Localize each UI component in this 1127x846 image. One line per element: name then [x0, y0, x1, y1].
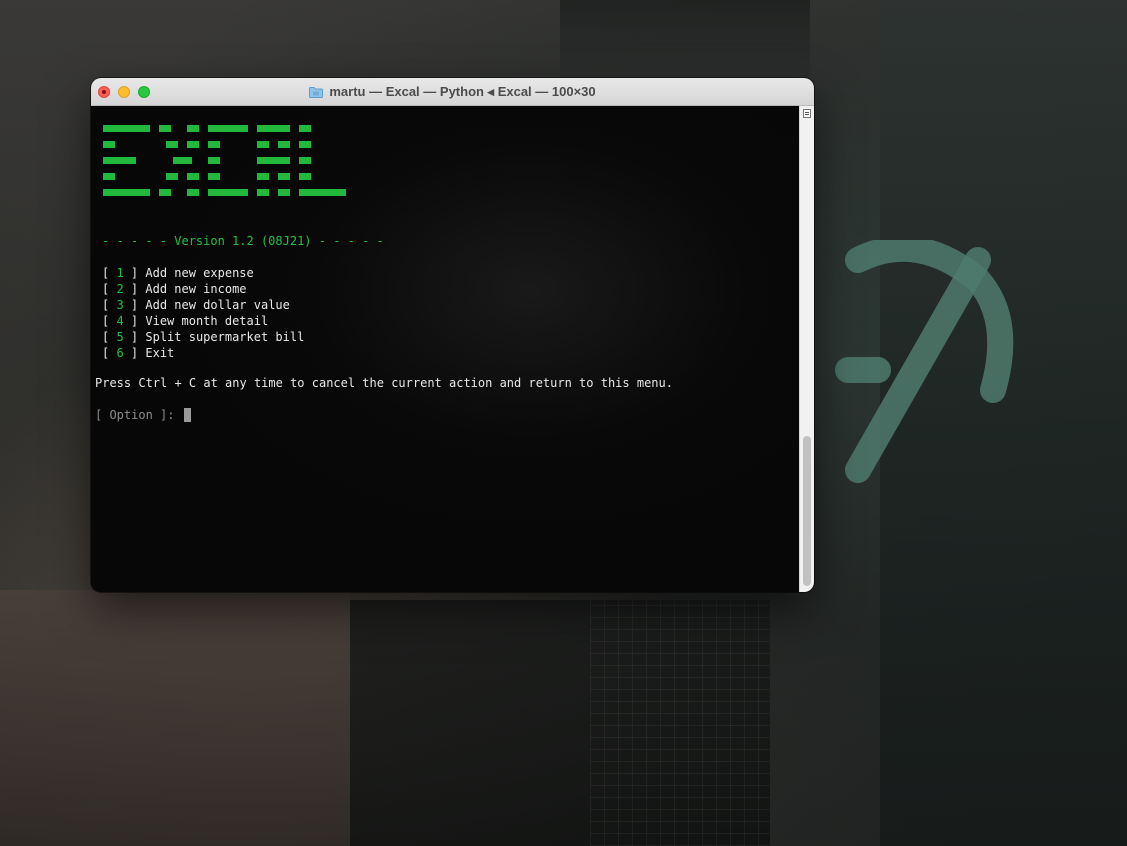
- menu-bracket-open: [: [102, 330, 117, 344]
- menu-option-5[interactable]: [ 5 ] Split supermarket bill: [102, 329, 304, 345]
- banner-block: [208, 157, 220, 164]
- banner-block: [299, 157, 311, 164]
- menu-option-label: Add new income: [145, 282, 247, 296]
- banner-block: [103, 157, 136, 164]
- menu-option-6[interactable]: [ 6 ] Exit: [102, 345, 174, 361]
- folder-icon: [309, 86, 324, 98]
- option-prompt[interactable]: [ Option ]:: [95, 407, 191, 423]
- banner-block: [208, 173, 220, 180]
- banner-block: [257, 173, 269, 180]
- banner-block: [257, 157, 290, 164]
- banner-block: [257, 125, 290, 132]
- menu-option-label: View month detail: [145, 314, 269, 328]
- banner-block: [103, 173, 115, 180]
- menu-option-number: 6: [116, 346, 124, 360]
- menu-option-number: 1: [116, 266, 124, 280]
- banner-block: [166, 173, 178, 180]
- window-title-text: martu — Excal — Python ◂ Excal — 100×30: [329, 84, 596, 99]
- menu-option-number: 3: [116, 298, 124, 312]
- menu-option-4[interactable]: [ 4 ] View month detail: [102, 313, 268, 329]
- wallpaper-building: [0, 590, 350, 846]
- menu-bracket-open: [: [102, 314, 117, 328]
- scrollbar-grip-icon[interactable]: [803, 109, 811, 118]
- menu-bracket-open: [: [102, 266, 117, 280]
- ascii-banner-logo: [102, 125, 382, 201]
- banner-block: [299, 173, 311, 180]
- banner-block: [278, 189, 290, 196]
- menu-bracket-open: [: [102, 346, 117, 360]
- menu-bracket-close: ]: [123, 266, 146, 280]
- menu-bracket-open: [: [102, 298, 117, 312]
- wallpaper-building: [560, 0, 810, 78]
- menu-option-number: 4: [116, 314, 124, 328]
- menu-bracket-open: [: [102, 282, 117, 296]
- menu-option-label: Split supermarket bill: [145, 330, 305, 344]
- banner-block: [208, 125, 248, 132]
- banner-block: [103, 141, 115, 148]
- menu-bracket-close: ]: [123, 282, 146, 296]
- banner-block: [159, 125, 171, 132]
- menu-bracket-close: ]: [123, 330, 146, 344]
- option-prompt-label: [ Option ]:: [95, 408, 182, 422]
- version-line: - - - - - Version 1.2 (08J21) - - - - -: [102, 234, 384, 248]
- banner-block: [257, 141, 269, 148]
- banner-block: [278, 173, 290, 180]
- scrollbar[interactable]: [799, 106, 814, 592]
- terminal-window[interactable]: martu — Excal — Python ◂ Excal — 100×30 …: [91, 78, 814, 592]
- wallpaper-logo-icon: [835, 240, 1014, 483]
- banner-block: [299, 189, 346, 196]
- banner-block: [187, 173, 199, 180]
- cancel-hint: Press Ctrl + C at any time to cancel the…: [95, 376, 673, 390]
- window-title: martu — Excal — Python ◂ Excal — 100×30: [91, 78, 814, 106]
- wallpaper-grid: [590, 600, 770, 846]
- menu-option-1[interactable]: [ 1 ] Add new expense: [102, 265, 254, 281]
- banner-block: [173, 157, 192, 164]
- banner-block: [187, 141, 199, 148]
- banner-block: [187, 189, 199, 196]
- banner-block: [257, 189, 269, 196]
- banner-block: [187, 125, 199, 132]
- scrollbar-thumb[interactable]: [803, 436, 811, 586]
- banner-block: [103, 125, 150, 132]
- banner-block: [278, 141, 290, 148]
- title-bar[interactable]: martu — Excal — Python ◂ Excal — 100×30: [91, 78, 814, 106]
- text-cursor: [183, 408, 191, 422]
- menu-option-label: Exit: [145, 346, 175, 360]
- menu-option-label: Add new dollar value: [145, 298, 290, 312]
- banner-block: [208, 189, 248, 196]
- banner-block: [159, 189, 171, 196]
- terminal-content[interactable]: - - - - - Version 1.2 (08J21) - - - - - …: [91, 106, 799, 592]
- menu-option-number: 2: [116, 282, 124, 296]
- menu-option-2[interactable]: [ 2 ] Add new income: [102, 281, 247, 297]
- banner-block: [299, 125, 311, 132]
- menu-option-label: Add new expense: [145, 266, 254, 280]
- banner-block: [103, 189, 150, 196]
- menu-bracket-close: ]: [123, 314, 146, 328]
- menu-option-number: 5: [116, 330, 124, 344]
- banner-block: [166, 141, 178, 148]
- menu-bracket-close: ]: [123, 346, 146, 360]
- banner-block: [299, 141, 311, 148]
- banner-block: [208, 141, 220, 148]
- menu-option-3[interactable]: [ 3 ] Add new dollar value: [102, 297, 290, 313]
- menu-bracket-close: ]: [123, 298, 146, 312]
